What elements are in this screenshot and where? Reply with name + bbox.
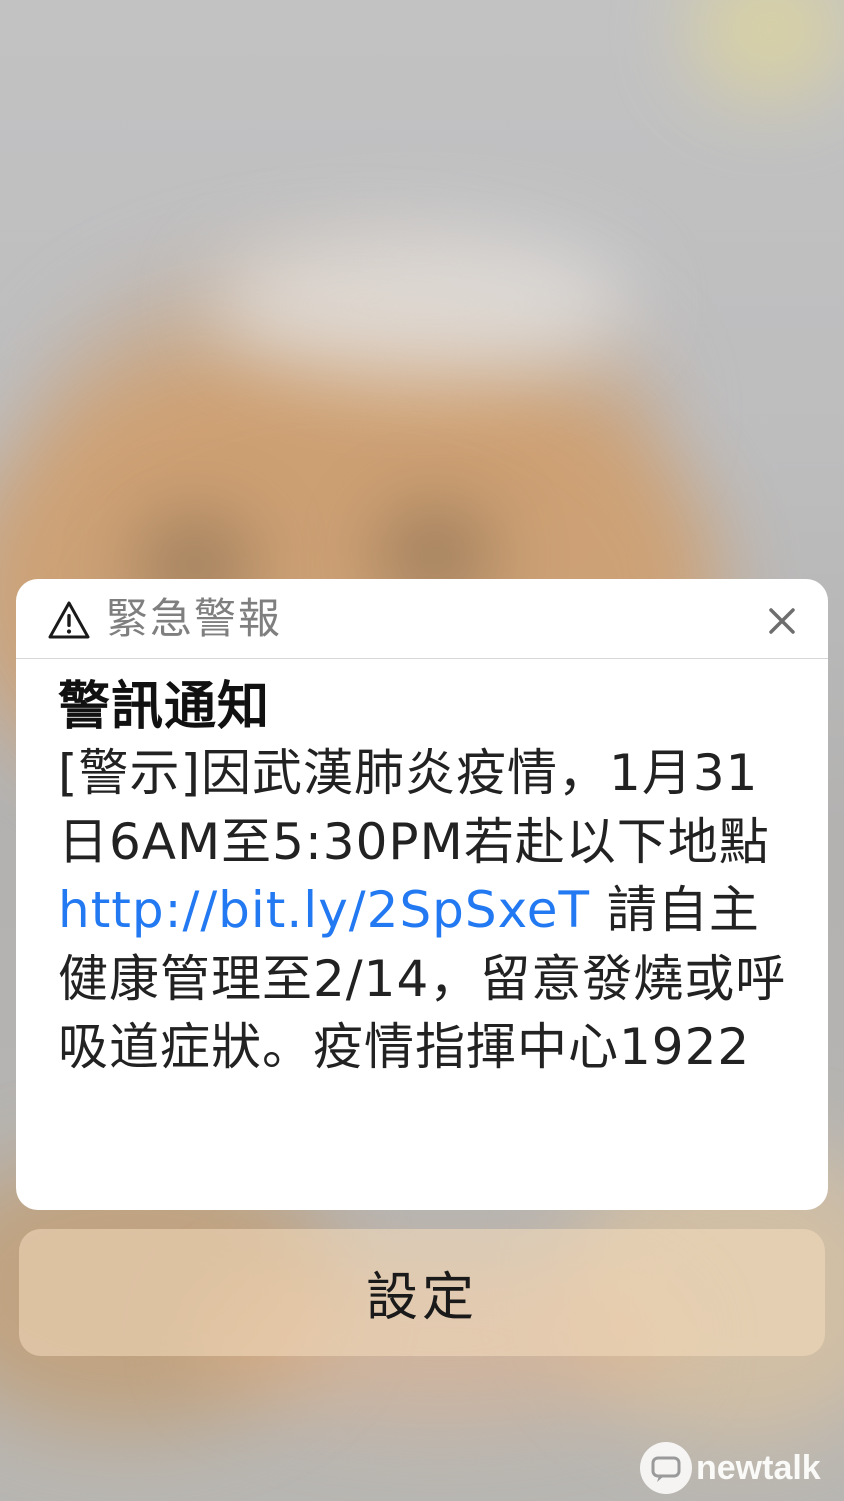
- wallpaper-blur-shape: [210, 230, 630, 380]
- alert-heading: 警訊通知: [58, 677, 271, 737]
- alert-header: 緊急警報: [16, 579, 828, 659]
- settings-button[interactable]: 設定: [19, 1229, 825, 1356]
- alert-header-title: 緊急警報: [106, 594, 283, 643]
- close-icon[interactable]: [764, 603, 800, 639]
- newtalk-watermark: newtalk: [640, 1440, 840, 1496]
- watermark-text: newtalk: [696, 1448, 821, 1487]
- alert-message-text: [警示]因武漢肺炎疫情，1月31日6AM至5:30PM若赴以下地點: [58, 744, 770, 871]
- settings-button-label: 設定: [365, 1268, 478, 1328]
- wallpaper-blur-shape: [690, 0, 844, 100]
- alert-link[interactable]: http://bit.ly/2SpSxeT: [58, 881, 590, 939]
- warning-triangle-icon: [48, 601, 90, 639]
- alert-message: [警示]因武漢肺炎疫情，1月31日6AM至5:30PM若赴以下地點 http://…: [58, 739, 788, 1082]
- alert-body: 警訊通知 [警示]因武漢肺炎疫情，1月31日6AM至5:30PM若赴以下地點 ht…: [16, 659, 828, 1082]
- emergency-alert-card: 緊急警報 警訊通知 [警示]因武漢肺炎疫情，1月31日6AM至5:30PM若赴以…: [16, 579, 828, 1210]
- newtalk-logo-icon: [640, 1442, 692, 1494]
